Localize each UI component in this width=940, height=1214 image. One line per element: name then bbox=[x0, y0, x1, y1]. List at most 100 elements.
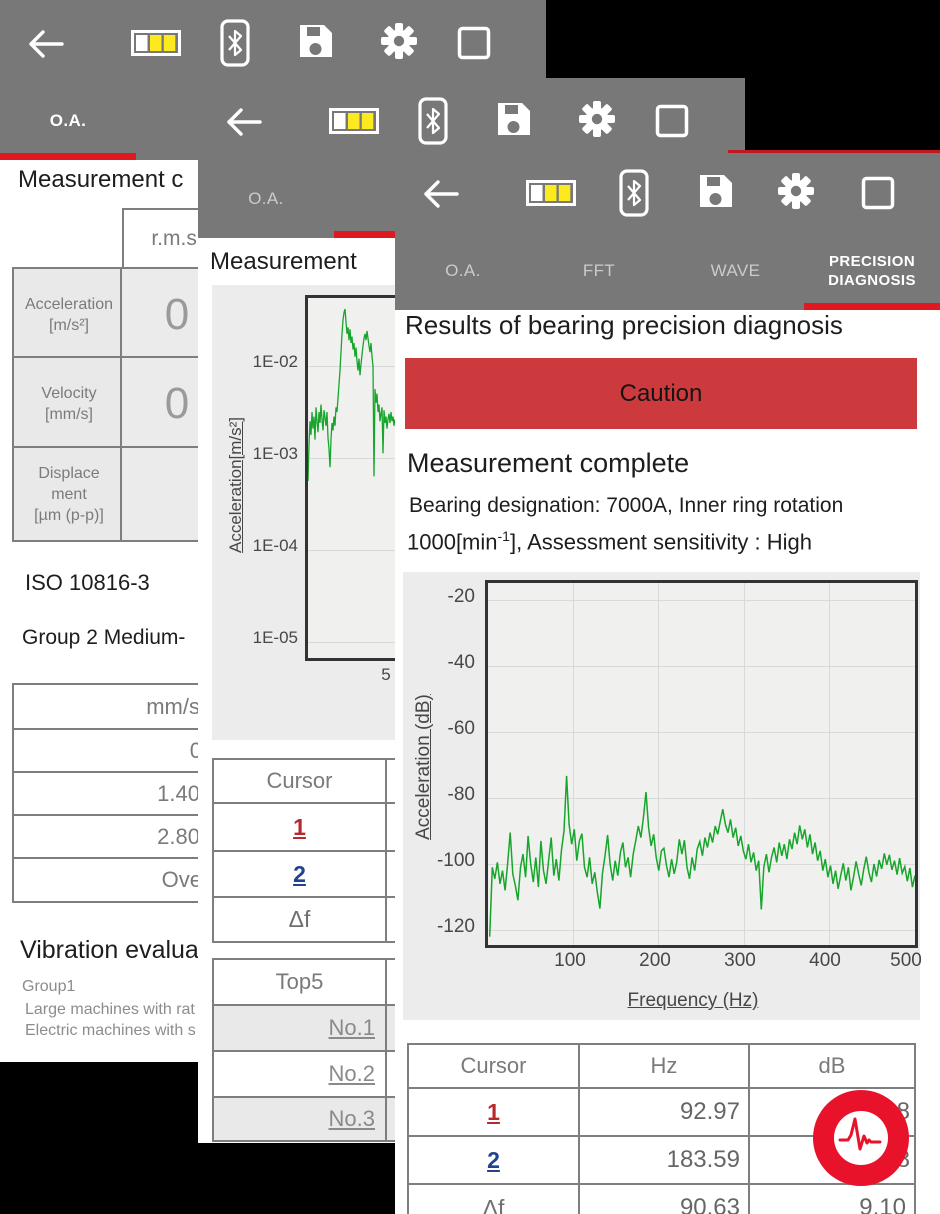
tab-label: O.A. bbox=[445, 261, 481, 281]
square-window-icon[interactable] bbox=[654, 103, 690, 144]
square-window-icon[interactable] bbox=[860, 175, 896, 216]
screen: O.A. F Measurement c r.m.s. Acceleration… bbox=[0, 0, 940, 1214]
tab-wave[interactable]: WAVE bbox=[667, 232, 804, 310]
y-tick: -20 bbox=[403, 586, 475, 608]
vibration-evaluation-title: Vibration evalua bbox=[20, 936, 199, 965]
iso-standard-label: ISO 10816-3 bbox=[25, 570, 150, 596]
threshold-value: Ove bbox=[14, 859, 206, 901]
label-line: [m/s²] bbox=[49, 315, 89, 336]
settings-gear-icon[interactable] bbox=[577, 99, 617, 144]
cursor-1-label: 1 bbox=[487, 1099, 500, 1126]
back-arrow-icon[interactable] bbox=[27, 29, 65, 64]
delta-f-label: Δf bbox=[409, 1185, 578, 1214]
vibration-note: Large machines with rat bbox=[25, 1001, 195, 1019]
bluetooth-phone-icon[interactable] bbox=[418, 97, 448, 150]
settings-gear-icon[interactable] bbox=[379, 21, 419, 66]
y-axis-label: Acceleration[m/s²] bbox=[226, 417, 246, 553]
threshold-header: mm/s bbox=[14, 685, 206, 728]
y-tick: -100 bbox=[403, 850, 475, 872]
bluetooth-phone-icon[interactable] bbox=[619, 169, 649, 222]
tab-bar: O.A. FFT WAVE PRECISION DIAGNOSIS bbox=[395, 232, 940, 310]
label-line: [mm/s] bbox=[45, 404, 93, 425]
cursor-1-hz: 92.97 bbox=[578, 1089, 748, 1135]
x-tick: 100 bbox=[554, 950, 586, 972]
tab-oa[interactable]: O.A. bbox=[395, 232, 531, 310]
bearing-detail-line2: 1000[min-1], Assessment sensitivity : Hi… bbox=[407, 528, 812, 555]
col-header-cursor: Cursor bbox=[409, 1045, 578, 1087]
window-precision-diagnosis: O.A. FFT WAVE PRECISION DIAGNOSIS Result… bbox=[395, 150, 940, 1214]
vibration-note: Group1 bbox=[22, 978, 75, 996]
back-arrow-icon[interactable] bbox=[422, 179, 460, 214]
x-tick: 300 bbox=[724, 950, 756, 972]
x-tick: 5 bbox=[381, 665, 390, 685]
edge-artifact bbox=[728, 150, 940, 153]
cursor-1-link[interactable]: 1 bbox=[214, 804, 385, 850]
x-tick: 200 bbox=[639, 950, 671, 972]
save-icon[interactable] bbox=[695, 171, 735, 216]
col-header-db: dB bbox=[748, 1045, 914, 1087]
detail-text: ], Assessment sensitivity : High bbox=[510, 529, 812, 554]
tab-label: O.A. bbox=[248, 189, 284, 209]
tab-fft[interactable]: FFT bbox=[531, 232, 667, 310]
label-line: Displace bbox=[38, 463, 99, 484]
top5-no1-link[interactable]: No.1 bbox=[214, 1006, 385, 1050]
save-icon[interactable] bbox=[493, 99, 533, 144]
tab-label: O.A. bbox=[50, 111, 87, 131]
top5-no3-link[interactable]: No.3 bbox=[214, 1098, 385, 1140]
precision-spectrum-line bbox=[488, 583, 915, 945]
threshold-value: 1.40 bbox=[14, 773, 206, 814]
y-tick: 1E-04 bbox=[212, 536, 298, 556]
y-tick: -60 bbox=[403, 718, 475, 740]
active-tab-underline bbox=[0, 153, 136, 160]
top5-no3-label: No.3 bbox=[329, 1106, 375, 1132]
tab-label: PRECISION DIAGNOSIS bbox=[816, 252, 928, 290]
delta-f-label: Δf bbox=[214, 898, 385, 941]
battery-icon bbox=[131, 30, 181, 61]
threshold-value: 2.80 bbox=[14, 816, 206, 857]
label-line: Velocity bbox=[41, 383, 96, 404]
precision-chart-panel: Acceleration (dB) -20 -40 -60 -80 -100 -… bbox=[403, 572, 920, 1020]
toolbar bbox=[395, 150, 940, 232]
battery-icon bbox=[329, 108, 379, 139]
cursor-2-label: 2 bbox=[293, 861, 306, 888]
measure-fab-button[interactable] bbox=[813, 1090, 909, 1186]
caution-status-banner: Caution bbox=[405, 358, 917, 429]
bluetooth-phone-icon[interactable] bbox=[220, 19, 250, 72]
delta-f-db: 9.10 bbox=[748, 1185, 914, 1214]
tab-oa[interactable]: O.A. bbox=[198, 160, 334, 238]
y-tick: -40 bbox=[403, 652, 475, 674]
label-line: ment bbox=[51, 484, 87, 505]
top5-no2-link[interactable]: No.2 bbox=[214, 1052, 385, 1096]
x-tick: 500 bbox=[890, 950, 922, 972]
cursor-1-link[interactable]: 1 bbox=[409, 1089, 578, 1135]
precision-plot-area bbox=[485, 580, 918, 948]
tab-label: FFT bbox=[583, 261, 615, 281]
square-window-icon[interactable] bbox=[456, 25, 492, 66]
status-heading: Measurement complete bbox=[407, 448, 689, 479]
label-line: Acceleration bbox=[25, 294, 113, 315]
y-tick: -120 bbox=[403, 916, 475, 938]
x-axis-label: Frequency (Hz) bbox=[628, 990, 759, 1012]
save-icon[interactable] bbox=[295, 21, 335, 66]
cursor-2-link[interactable]: 2 bbox=[214, 852, 385, 896]
tab-precision-diagnosis[interactable]: PRECISION DIAGNOSIS bbox=[804, 232, 940, 310]
toolbar bbox=[0, 0, 546, 82]
back-arrow-icon[interactable] bbox=[225, 107, 263, 142]
label-line: [µm (p-p)] bbox=[34, 505, 104, 526]
top5-no1-label: No.1 bbox=[329, 1015, 375, 1041]
waveform-icon bbox=[813, 1090, 909, 1186]
cursor-2-link[interactable]: 2 bbox=[409, 1137, 578, 1183]
y-tick: 1E-02 bbox=[212, 352, 298, 372]
page-title: Measurement bbox=[210, 248, 357, 276]
cursor-2-hz: 183.59 bbox=[578, 1137, 748, 1183]
cursor-2-label: 2 bbox=[487, 1147, 500, 1174]
tab-label: WAVE bbox=[711, 261, 761, 281]
detail-sup: -1 bbox=[498, 528, 510, 544]
y-tick: -80 bbox=[403, 784, 475, 806]
toolbar bbox=[198, 78, 745, 160]
battery-icon bbox=[526, 180, 576, 211]
tab-oa[interactable]: O.A. bbox=[0, 82, 136, 160]
settings-gear-icon[interactable] bbox=[776, 171, 816, 216]
delta-f-hz: 90.63 bbox=[578, 1185, 748, 1214]
cursor-header: Cursor bbox=[214, 760, 385, 802]
